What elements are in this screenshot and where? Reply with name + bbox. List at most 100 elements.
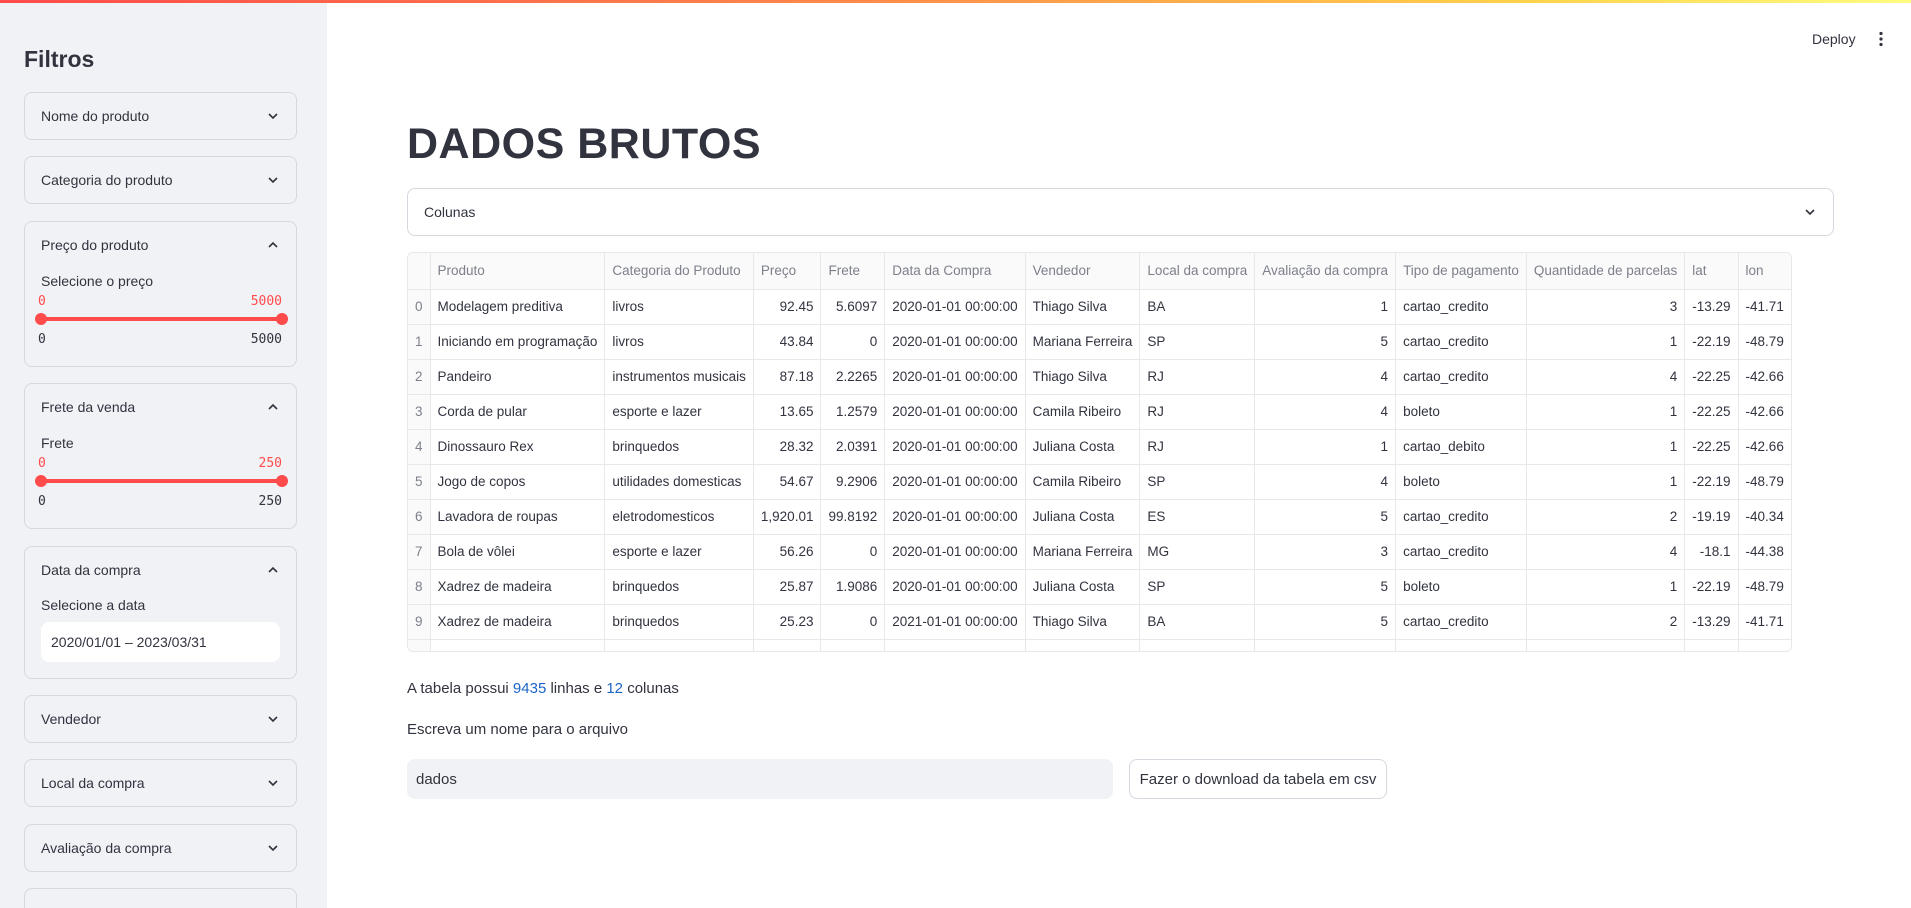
table-cell[interactable]: -18.1 xyxy=(1684,534,1739,570)
table-cell[interactable]: livros xyxy=(604,324,754,360)
table-cell[interactable]: Iniciando em programação xyxy=(430,324,606,360)
table-cell[interactable]: brinquedos xyxy=(604,569,754,605)
row-index[interactable]: 3 xyxy=(408,394,431,430)
table-cell[interactable]: 1.2579 xyxy=(820,394,886,430)
table-cell[interactable]: Thiago Silva xyxy=(1025,359,1141,395)
table-cell[interactable]: cartao_credito xyxy=(1395,534,1527,570)
expander-nome-produto[interactable]: Nome do produto xyxy=(24,92,297,140)
table-cell[interactable]: Lavadora de roupas xyxy=(430,499,606,535)
column-header[interactable]: Vendedor xyxy=(1025,253,1141,290)
table-cell[interactable]: -42.66 xyxy=(1738,394,1791,430)
table-cell[interactable]: Modelagem preditiva xyxy=(430,289,606,325)
table-cell[interactable]: 1.9086 xyxy=(820,569,886,605)
table-cell[interactable]: Pandeiro xyxy=(430,359,606,395)
table-cell[interactable]: 1 xyxy=(1526,464,1686,500)
table-cell[interactable]: 1 xyxy=(1254,429,1397,465)
table-cell[interactable]: -44.38 xyxy=(1738,534,1791,570)
table-cell[interactable]: -22.25 xyxy=(1684,359,1739,395)
expander-header[interactable]: Categoria do produto xyxy=(25,157,296,203)
table-row[interactable]: 7 Bola de vôlei esporte e lazer 56.26 0 2020-… xyxy=(408,534,1791,570)
table-cell[interactable]: Jogo de copos xyxy=(430,464,606,500)
row-index[interactable]: 2 xyxy=(408,359,431,395)
table-cell[interactable]: 5 xyxy=(1254,499,1397,535)
expander-vendedor[interactable]: Vendedor xyxy=(24,695,297,743)
table-row[interactable]: 3 Corda de pular esporte e lazer 13.65 1.257… xyxy=(408,394,1791,430)
table-cell[interactable]: Thiago Silva xyxy=(1025,604,1141,640)
table-cell[interactable]: eletrodomesticos xyxy=(604,499,754,535)
table-cell[interactable]: 2020-01-01 00:00:00 xyxy=(884,429,1026,465)
row-index[interactable]: 4 xyxy=(408,429,431,465)
table-cell[interactable]: 3 xyxy=(1254,534,1397,570)
table-cell[interactable]: cartao_debito xyxy=(1395,429,1527,465)
row-index[interactable]: 6 xyxy=(408,499,431,535)
table-cell[interactable]: 4 xyxy=(1526,359,1686,395)
table-cell[interactable]: 2020-01-01 00:00:00 xyxy=(884,324,1026,360)
table-cell[interactable]: cartao_credito xyxy=(1395,359,1527,395)
table-cell[interactable]: Xadrez de madeira xyxy=(430,569,606,605)
table-cell[interactable]: 25.87 xyxy=(753,569,822,605)
slider-thumb-high[interactable] xyxy=(276,313,288,325)
column-header[interactable]: Frete xyxy=(820,253,886,290)
table-cell[interactable]: esporte e lazer xyxy=(604,534,754,570)
expander-header[interactable]: Local da compra xyxy=(25,760,296,806)
table-cell[interactable]: SP xyxy=(1139,324,1256,360)
table-cell[interactable]: 5 xyxy=(1254,604,1397,640)
table-cell[interactable]: 2 xyxy=(1526,499,1686,535)
table-cell[interactable]: 2020-01-01 00:00:00 xyxy=(884,289,1026,325)
table-row[interactable]: 9 Xadrez de madeira brinquedos 25.23 0 2021-0… xyxy=(408,604,1791,640)
table-cell[interactable]: BA xyxy=(1139,604,1256,640)
table-cell[interactable]: 87.18 xyxy=(753,359,822,395)
table-cell[interactable]: 2.0391 xyxy=(820,429,886,465)
table-cell[interactable]: -41.71 xyxy=(1738,604,1791,640)
table-cell[interactable]: 99.8192 xyxy=(820,499,886,535)
table-cell[interactable]: 9.2906 xyxy=(820,464,886,500)
table-cell[interactable]: Bola de vôlei xyxy=(430,534,606,570)
table-cell[interactable]: -22.19 xyxy=(1684,569,1739,605)
table-cell[interactable]: 3 xyxy=(1526,289,1686,325)
table-cell[interactable]: Mariana Ferreira xyxy=(1025,534,1141,570)
table-cell[interactable]: 2020-01-01 00:00:00 xyxy=(884,569,1026,605)
slider-thumb-low[interactable] xyxy=(35,313,47,325)
table-cell[interactable]: 5 xyxy=(1254,569,1397,605)
table-cell[interactable]: 92.45 xyxy=(753,289,822,325)
deploy-button[interactable]: Deploy xyxy=(1812,31,1856,47)
table-cell[interactable]: Juliana Costa xyxy=(1025,569,1141,605)
table-cell[interactable]: 2 xyxy=(1526,604,1686,640)
table-cell[interactable]: RJ xyxy=(1139,394,1256,430)
table-cell[interactable]: -22.19 xyxy=(1684,324,1739,360)
table-row[interactable]: 6 Lavadora de roupas eletrodomesticos 1,920… xyxy=(408,499,1791,535)
table-cell[interactable]: 5 xyxy=(1254,324,1397,360)
table-cell[interactable]: Thiago Silva xyxy=(1025,289,1141,325)
column-header[interactable] xyxy=(408,253,431,290)
table-row[interactable]: 5 Jogo de copos utilidades domesticas 54.67… xyxy=(408,464,1791,500)
table-cell[interactable]: 2020-01-01 00:00:00 xyxy=(884,464,1026,500)
table-cell[interactable]: 4 xyxy=(1254,464,1397,500)
column-header[interactable]: Quantidade de parcelas xyxy=(1526,253,1686,290)
table-cell[interactable]: livros xyxy=(604,289,754,325)
kebab-icon[interactable] xyxy=(1877,31,1885,47)
table-cell[interactable]: 0 xyxy=(820,324,886,360)
table-cell[interactable]: RJ xyxy=(1139,429,1256,465)
row-index[interactable]: 8 xyxy=(408,569,431,605)
table-cell[interactable]: brinquedos xyxy=(604,604,754,640)
table-cell[interactable]: ES xyxy=(1139,499,1256,535)
table-cell[interactable]: -22.25 xyxy=(1684,394,1739,430)
table-cell[interactable]: MG xyxy=(1139,534,1256,570)
expander-header[interactable]: Frete da venda xyxy=(25,384,296,430)
table-cell[interactable]: 4 xyxy=(1526,534,1686,570)
table-cell[interactable]: esporte e lazer xyxy=(604,394,754,430)
table-cell[interactable]: Camila Ribeiro xyxy=(1025,394,1141,430)
column-header[interactable]: Produto xyxy=(430,253,606,290)
table-cell[interactable]: 2020-01-01 00:00:00 xyxy=(884,534,1026,570)
table-cell[interactable]: -13.29 xyxy=(1684,289,1739,325)
expander-avaliacao[interactable]: Avaliação da compra xyxy=(24,824,297,872)
row-index[interactable]: 5 xyxy=(408,464,431,500)
table-cell[interactable]: 1 xyxy=(1526,429,1686,465)
table-cell[interactable]: cartao_credito xyxy=(1395,289,1527,325)
table-cell[interactable]: 54.67 xyxy=(753,464,822,500)
table-row[interactable]: 0 Modelagem preditiva livros 92.45 5.6097 202… xyxy=(408,289,1791,325)
table-cell[interactable]: brinquedos xyxy=(604,429,754,465)
table-cell[interactable]: 5.6097 xyxy=(820,289,886,325)
table-cell[interactable]: SP xyxy=(1139,464,1256,500)
table-cell[interactable]: boleto xyxy=(1395,464,1527,500)
